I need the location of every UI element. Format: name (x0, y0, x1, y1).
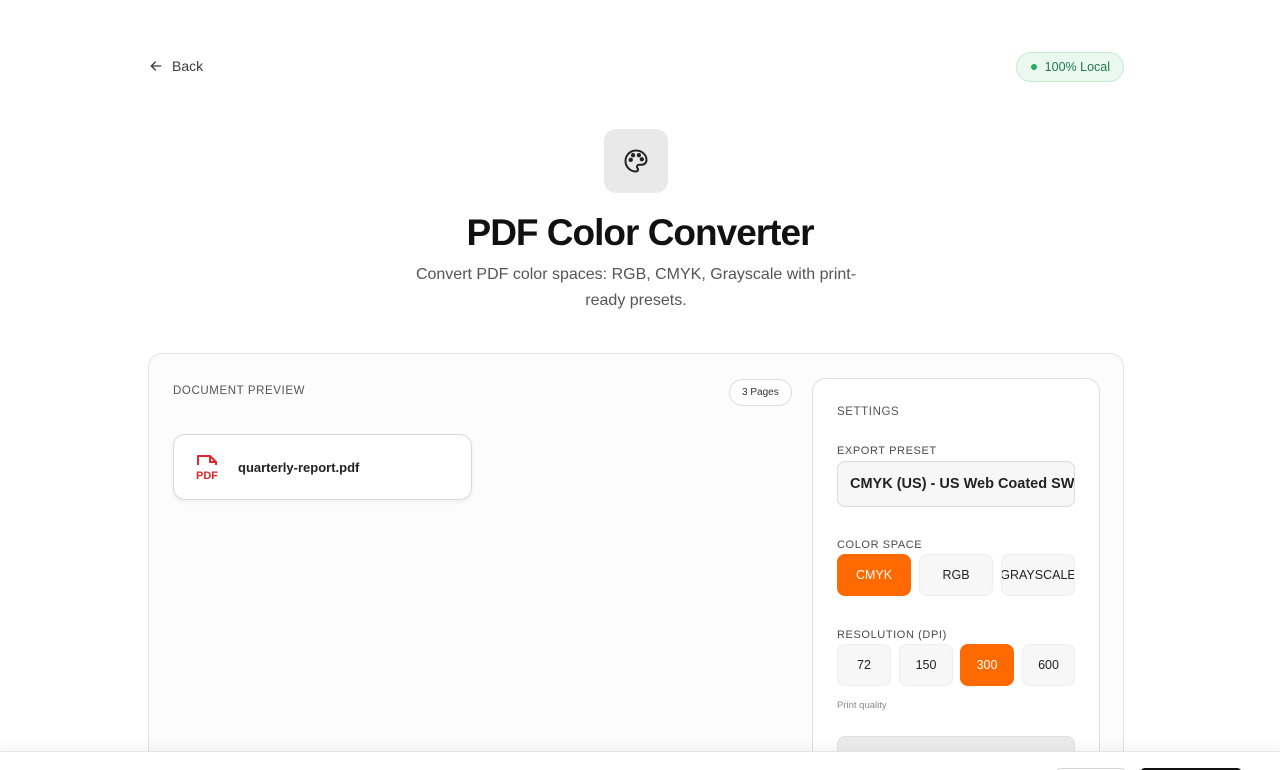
page-subtitle: Convert PDF color spaces: RGB, CMYK, Gra… (415, 266, 857, 309)
dpi-option-72[interactable]: 72 (837, 644, 891, 686)
pdf-icon-text: PDF (196, 470, 218, 482)
hero-icon-tile (604, 129, 668, 193)
local-status-badge: 100% Local (1015, 52, 1124, 82)
dpi-option-600[interactable]: 600 (1022, 644, 1075, 686)
back-button[interactable]: Back (148, 58, 203, 74)
file-card[interactable]: PDF quarterly-report.pdf (173, 434, 472, 500)
resolution-label: RESOLUTION (DPI) (837, 629, 947, 641)
arrow-left-icon (150, 61, 162, 71)
color-space-label: COLOR SPACE (837, 539, 923, 551)
converter-panel: DOCUMENT PREVIEW 3 Pages PDF quarterly-r… (148, 353, 1124, 770)
settings-title: SETTINGS (837, 406, 900, 418)
settings-panel: SETTINGS EXPORT PRESET CMYK (US) - US We… (812, 378, 1100, 770)
dpi-option-150[interactable]: 150 (899, 644, 953, 686)
document-preview-label: DOCUMENT PREVIEW (173, 385, 306, 397)
export-preset-value: CMYK (US) - US Web Coated SWOP v2 (850, 476, 1075, 492)
export-preset-select[interactable]: CMYK (US) - US Web Coated SWOP v2 (837, 461, 1075, 507)
color-space-option-cmyk[interactable]: CMYK (837, 554, 911, 596)
page-title: PDF Color Converter (466, 212, 815, 253)
palette-icon (624, 149, 648, 173)
file-name: quarterly-report.pdf (238, 459, 360, 475)
local-badge-label: 100% Local (1044, 60, 1110, 74)
pdf-file-icon: PDF (196, 455, 218, 482)
color-space-option-grayscale[interactable]: GRAYSCALE (1001, 554, 1075, 596)
color-space-option-rgb[interactable]: RGB (919, 554, 993, 596)
back-label: Back (172, 58, 204, 74)
page-count-badge: 3 Pages (729, 379, 792, 406)
resolution-hint: Print quality (837, 700, 887, 711)
dpi-option-300[interactable]: 300 (960, 644, 1014, 686)
export-preset-label: EXPORT PRESET (837, 445, 937, 457)
footer-action-bar (0, 751, 1280, 770)
status-dot-icon (1030, 64, 1037, 70)
top-bar: Back 100% Local (148, 52, 1124, 82)
